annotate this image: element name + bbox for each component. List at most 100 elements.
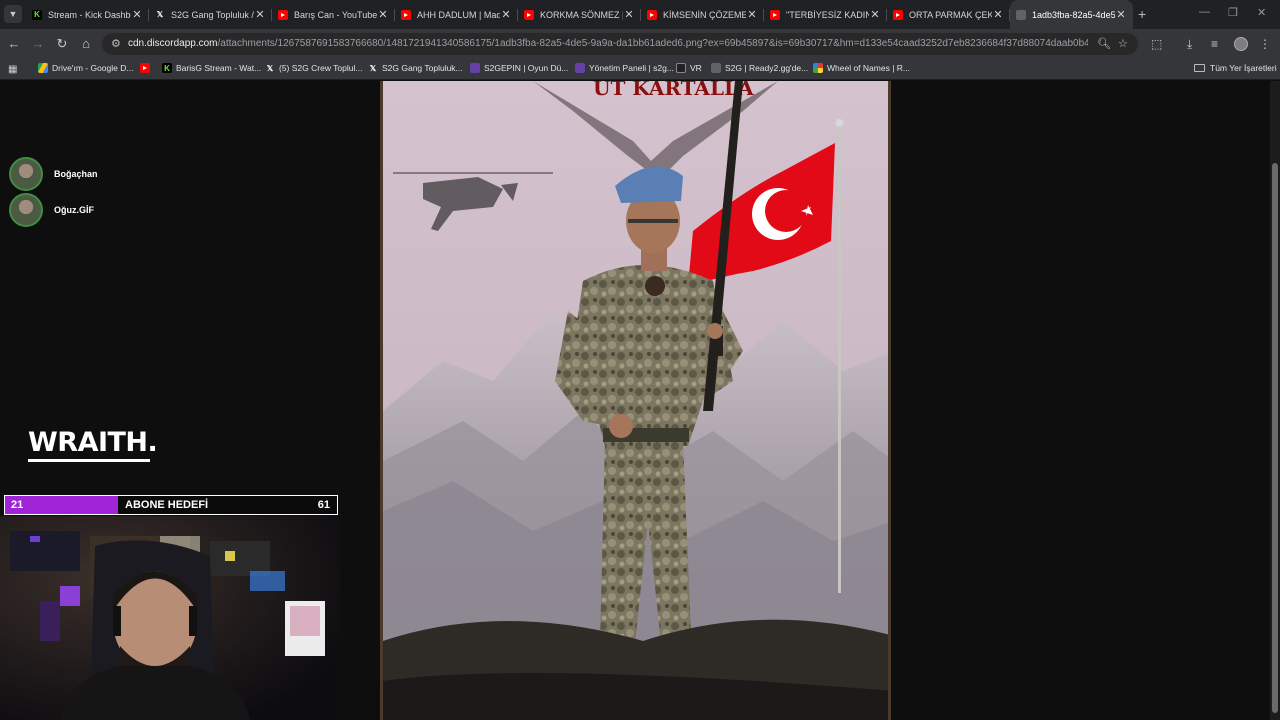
webcam-image xyxy=(0,516,340,720)
webcam-feed xyxy=(0,516,340,720)
all-bookmarks-label: Tüm Yer İşaretleri xyxy=(1210,63,1277,73)
more-menu-icon[interactable]: ⋮ xyxy=(1259,37,1271,51)
tab[interactable]: K Stream - Kick Dashboard✕ xyxy=(26,0,149,29)
bookmark-label: S2G Gang Topluluk... xyxy=(382,63,463,73)
address-bar[interactable]: ⚙ cdn.discordapp.com/attachments/1267587… xyxy=(102,33,1138,55)
tab[interactable]: KİMSENİN ÇÖZEMED ✕ xyxy=(641,0,764,29)
bookmark-item[interactable]: Wheel of Names | R... xyxy=(813,63,910,73)
bookmark-item[interactable]: 𝕏 S2G Gang Topluluk... xyxy=(368,63,463,73)
arrow-right-icon: → xyxy=(31,36,45,51)
tab-title: Stream - Kick Dashboard xyxy=(48,9,131,20)
close-tab-icon[interactable]: ✕ xyxy=(500,8,512,21)
close-tab-icon[interactable]: ✕ xyxy=(869,8,881,21)
close-tab-icon[interactable]: ✕ xyxy=(746,8,758,21)
restore-icon: ❐ xyxy=(1228,7,1238,19)
download-icon[interactable]: ⤓ xyxy=(1187,37,1192,52)
bookmark-item[interactable]: Drive'ım - Google D... xyxy=(38,63,133,73)
browser-toolbar: ← → ↻ ⌂ ⚙ cdn.discordapp.com/attachments… xyxy=(0,29,1280,59)
tab[interactable]: "TERBİYESİZ KADIN!" ✕ xyxy=(764,0,887,29)
photo-soldier-image: UT KARTALLA xyxy=(383,81,888,720)
bookmark-item[interactable] xyxy=(140,63,154,73)
close-tab-icon[interactable]: ✕ xyxy=(992,8,1004,21)
twitch-icon xyxy=(470,63,480,73)
back-button[interactable]: ← xyxy=(6,36,22,52)
tab[interactable]: AHH DADLUM | Mad ✕ xyxy=(395,0,518,29)
forward-button[interactable]: → xyxy=(30,36,46,52)
tab[interactable]: 𝕏 S2G Gang Topluluk / ✕ xyxy=(149,0,272,29)
viewer-entry: Boğaçhan xyxy=(9,157,98,191)
viewer-name: Boğaçhan xyxy=(54,169,98,179)
twitch-icon xyxy=(575,63,585,73)
tab-title: KİMSENİN ÇÖZEMED xyxy=(663,9,746,20)
page-scrollbar[interactable] xyxy=(1270,81,1280,720)
home-button[interactable]: ⌂ xyxy=(78,36,94,52)
globe-icon xyxy=(1016,9,1026,20)
close-tab-icon[interactable]: ✕ xyxy=(131,8,143,21)
youtube-icon xyxy=(278,9,288,20)
reload-button[interactable]: ↻ xyxy=(54,36,70,52)
tab-title: Barış Can - YouTube xyxy=(294,9,377,20)
close-tab-icon[interactable]: ✕ xyxy=(623,8,635,21)
bookmark-label: S2GEPIN | Oyun Dü... xyxy=(484,63,569,73)
subscriber-goal-bar: 21 ABONE HEDEFİ 61 xyxy=(4,495,338,515)
youtube-icon xyxy=(524,9,534,20)
bookmark-label: S2G | Ready2.gg'de... xyxy=(725,63,809,73)
minimize-button[interactable]: — xyxy=(1199,6,1210,18)
minimize-icon: — xyxy=(1199,6,1210,18)
bookmark-star-icon[interactable]: ☆ xyxy=(1118,37,1128,50)
tab[interactable]: ORTA PARMAK ÇEKTİ✕ xyxy=(887,0,1010,29)
bookmark-label: Wheel of Names | R... xyxy=(827,63,910,73)
tab-title: ORTA PARMAK ÇEKTİ xyxy=(909,9,992,20)
tab[interactable]: Barış Can - YouTube ✕ xyxy=(272,0,395,29)
close-tab-icon[interactable]: ✕ xyxy=(377,8,389,21)
tab-title: 1adb3fba-82a5-4de5 xyxy=(1032,9,1115,20)
tab-strip: ▼ KStream - Kick Dashboard✕𝕏S2G Gang Top… xyxy=(0,0,1280,29)
chevron-down-icon: ▼ xyxy=(8,9,18,19)
bookmarks-bar: ▦ Drive'ım - Google D... K BarisG Stream -… xyxy=(0,59,1280,80)
bookmark-label: (5) S2G Crew Toplul... xyxy=(279,63,363,73)
close-window-button[interactable]: ✕ xyxy=(1257,6,1266,19)
bookmark-item[interactable]: S2GEPIN | Oyun Dü... xyxy=(470,63,568,73)
wheel-icon xyxy=(813,63,823,73)
extensions-icon[interactable]: ⬚ xyxy=(1151,37,1162,51)
new-tab-button[interactable]: + xyxy=(1138,6,1146,22)
close-tab-icon[interactable]: ✕ xyxy=(254,8,266,21)
bookmark-item[interactable]: K BarisG Stream - Wat... xyxy=(162,63,261,73)
bookmark-item[interactable]: 𝕏 (5) S2G Crew Toplul... xyxy=(265,63,363,73)
svg-text:UT KARTALLA: UT KARTALLA xyxy=(593,81,754,100)
subscriber-goal-target: 61 xyxy=(317,499,330,511)
youtube-icon xyxy=(140,63,150,73)
tab-title: S2G Gang Topluluk / xyxy=(171,9,254,20)
youtube-icon xyxy=(401,9,411,20)
x-icon: 𝕏 xyxy=(369,63,377,73)
subscriber-goal-label: ABONE HEDEFİ xyxy=(125,499,209,511)
youtube-icon xyxy=(893,9,903,20)
tab-search-button[interactable]: ▼ xyxy=(4,5,22,23)
profile-avatar[interactable] xyxy=(1234,37,1248,51)
maximize-button[interactable]: ❐ xyxy=(1228,6,1238,19)
close-icon: ✕ xyxy=(1257,7,1267,19)
close-tab-icon[interactable]: ✕ xyxy=(1115,8,1127,21)
youtube-icon xyxy=(647,9,657,20)
apps-grid-icon[interactable]: ▦ xyxy=(8,64,17,75)
scrollbar-thumb[interactable] xyxy=(1272,163,1278,713)
bookmark-item[interactable]: S2G | Ready2.gg'de... xyxy=(711,63,808,73)
bookmark-item[interactable]: VR xyxy=(676,63,702,73)
media-control-icon[interactable]: ≡ xyxy=(1211,37,1218,51)
site-info-icon[interactable]: ⚙ xyxy=(111,37,121,50)
zoom-icon[interactable]: 🔍︎ xyxy=(1097,37,1111,50)
bookmark-label: Yönetim Paneli | s2g... xyxy=(589,63,674,73)
tab[interactable]: KORKMA SÖNMEZ | ✕ xyxy=(518,0,641,29)
tab-list: KStream - Kick Dashboard✕𝕏S2G Gang Toplu… xyxy=(26,0,1133,29)
url-text[interactable]: cdn.discordapp.com/attachments/126758769… xyxy=(128,38,1088,49)
youtube-icon xyxy=(770,9,780,20)
subscriber-goal-current: 21 xyxy=(11,499,24,511)
drive-icon xyxy=(38,63,48,73)
page-viewport: UT KARTALLA Boğaçhan Oğuz.GİF WRAITH. 21… xyxy=(0,81,1280,720)
kick-icon: K xyxy=(32,9,42,20)
bookmark-label: BarisG Stream - Wat... xyxy=(176,63,262,73)
tab-title: "TERBİYESİZ KADIN!" xyxy=(786,9,869,20)
all-bookmarks-button[interactable]: Tüm Yer İşaretleri xyxy=(1194,63,1277,73)
bookmark-item[interactable]: Yönetim Paneli | s2g... xyxy=(575,63,674,73)
tab[interactable]: 1adb3fba-82a5-4de5 ✕ xyxy=(1010,0,1133,29)
